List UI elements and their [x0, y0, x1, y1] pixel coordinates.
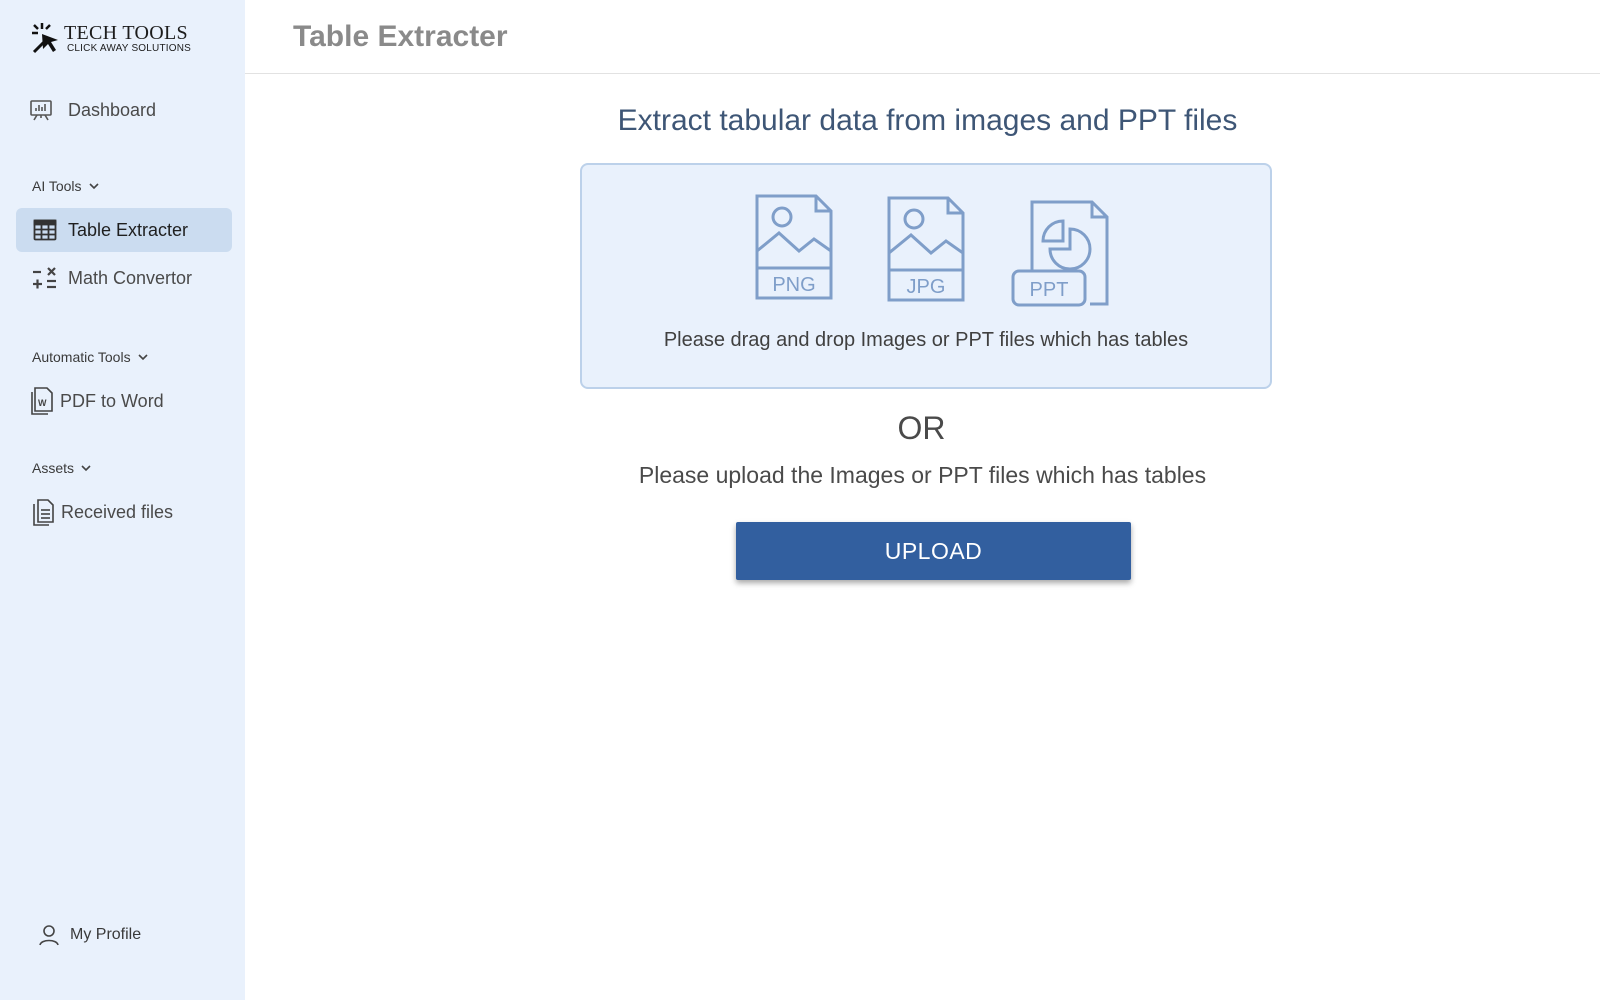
png-file-icon: PNG [755, 194, 833, 300]
main-content: Table Extracter Extract tabular data fro… [245, 0, 1600, 1000]
section-assets[interactable]: Assets [32, 460, 92, 476]
page-title: Table Extracter [293, 19, 508, 53]
headline: Extract tabular data from images and PPT… [245, 104, 1600, 138]
chevron-down-icon [88, 183, 99, 190]
upload-button[interactable]: UPLOAD [736, 522, 1131, 580]
sidebar-item-label: Table Extracter [68, 219, 189, 240]
presentation-chart-icon [28, 97, 54, 123]
sidebar-item-label: Math Convertor [68, 267, 193, 288]
cursor-click-icon [32, 23, 58, 54]
table-icon [32, 217, 58, 243]
sidebar-item-dashboard[interactable]: Dashboard [28, 97, 156, 123]
sidebar-item-table-extracter[interactable]: Table Extracter [16, 208, 232, 252]
dropzone-instructions: Please drag and drop Images or PPT files… [663, 329, 1189, 351]
brand-logo[interactable]: TECH TOOLS CLICK AWAY SOLUTIONS [28, 20, 191, 54]
svg-text:W: W [38, 398, 47, 408]
brand-subtitle: CLICK AWAY SOLUTIONS [67, 43, 192, 54]
file-type-icons: PNG JPG PPT [582, 193, 1270, 307]
section-ai-tools[interactable]: AI Tools [32, 178, 100, 194]
or-divider: OR [245, 410, 1600, 447]
brand-title: TECH TOOLS [64, 22, 188, 44]
headline-text: Extract tabular data from images and PPT… [617, 104, 1238, 137]
or-label: OR [897, 410, 946, 446]
sidebar-item-label: My Profile [70, 926, 142, 943]
sidebar-item-pdf-to-word[interactable]: W PDF to Word [28, 387, 164, 415]
sidebar-item-label: Received files [61, 501, 174, 522]
sidebar-item-math-convertor[interactable]: Math Convertor [32, 265, 192, 291]
sidebar-item-my-profile[interactable]: My Profile [36, 922, 141, 948]
app: TECH TOOLS CLICK AWAY SOLUTIONS Dashboar… [0, 0, 1600, 1000]
section-label: Assets [32, 460, 75, 476]
section-label: Automatic Tools [32, 349, 131, 365]
chevron-down-icon [81, 465, 91, 472]
upload-instructions: Please upload the Images or PPT files wh… [638, 462, 1207, 488]
top-bar: Table Extracter [245, 0, 1600, 74]
ppt-file-icon: PPT [1011, 200, 1109, 307]
jpg-file-icon: JPG [887, 196, 965, 302]
word-document-icon: W [28, 387, 54, 415]
calculator-symbols-icon [32, 265, 58, 291]
user-icon [36, 922, 62, 948]
section-automatic-tools[interactable]: Automatic Tools [32, 349, 149, 365]
file-dropzone[interactable]: PNG JPG PPT Please drag and drop Images … [580, 163, 1272, 389]
sidebar-item-label: Dashboard [68, 99, 157, 120]
brand-text: TECH TOOLS CLICK AWAY SOLUTIONS [64, 20, 191, 54]
chevron-down-icon [138, 354, 148, 361]
sidebar: TECH TOOLS CLICK AWAY SOLUTIONS Dashboar… [0, 0, 245, 1000]
files-icon [30, 499, 56, 526]
file-type-label: JPG [907, 276, 946, 298]
sidebar-item-received-files[interactable]: Received files [30, 499, 174, 526]
section-label: AI Tools [32, 178, 82, 194]
file-type-label: PNG [772, 274, 815, 296]
sidebar-item-label: PDF to Word [60, 390, 164, 411]
file-type-label: PPT [1030, 279, 1069, 301]
